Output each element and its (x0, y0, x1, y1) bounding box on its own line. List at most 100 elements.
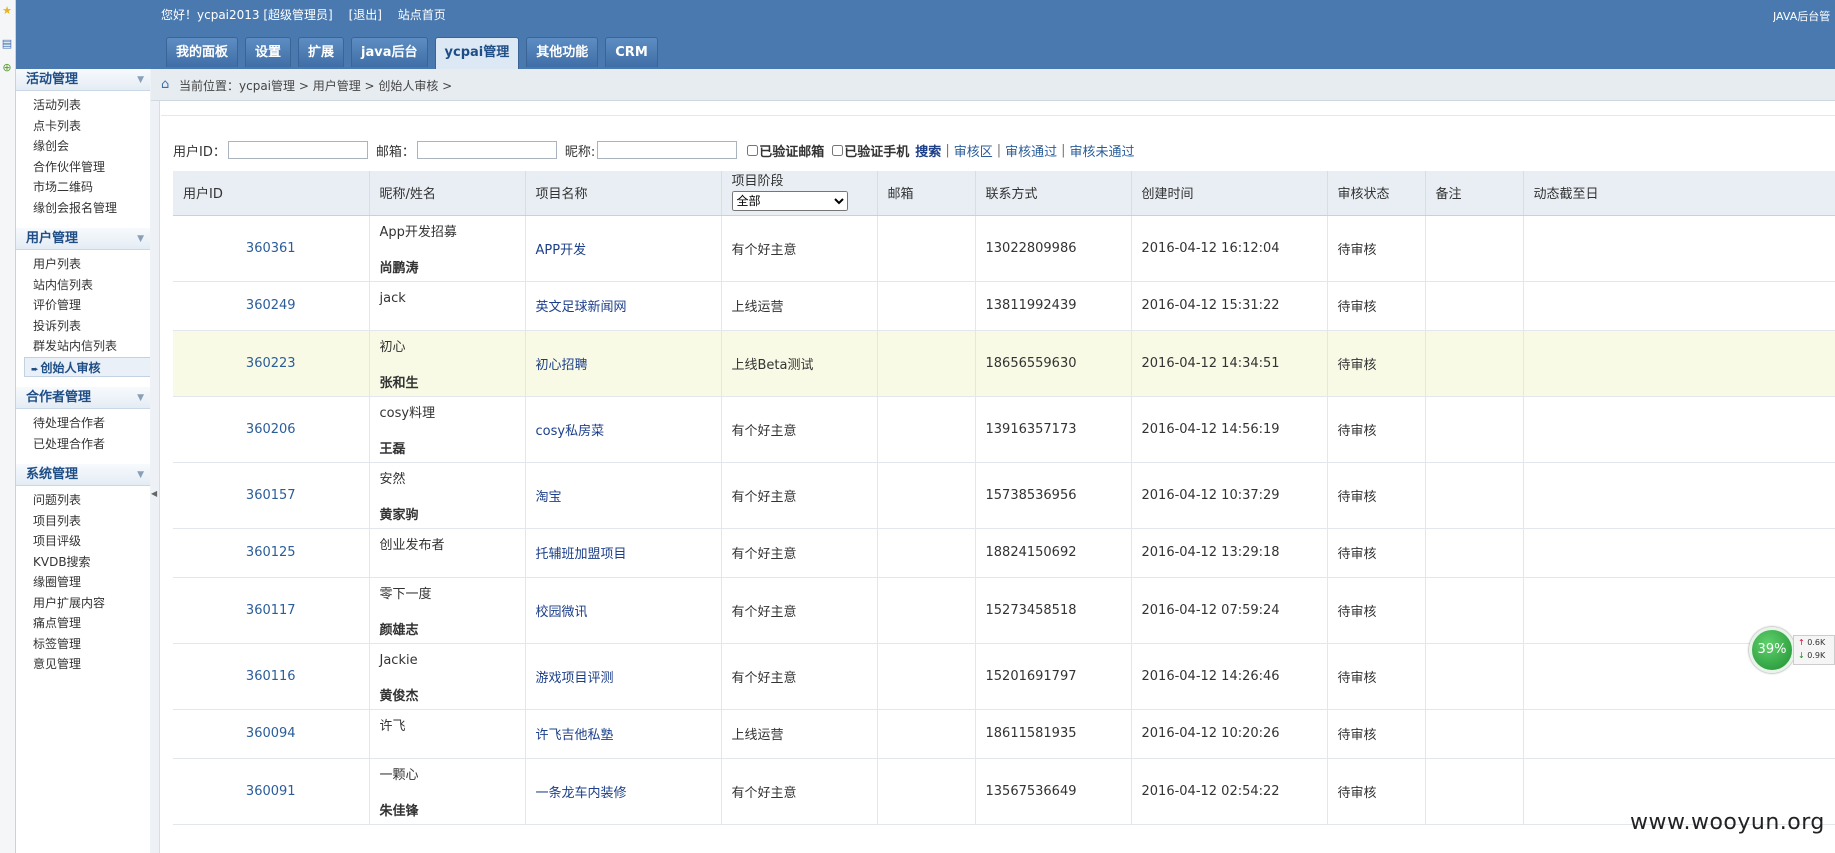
sidebar-group-2[interactable]: 合作者管理 ▼ (16, 387, 150, 409)
sidebar-item-1-1[interactable]: 站内信列表 (16, 275, 150, 296)
sidebar-item-3-5[interactable]: 用户扩展内容 (16, 593, 150, 614)
sidebar-item-0-5[interactable]: 缘创会报名管理 (16, 198, 150, 219)
verified-phone-checkbox[interactable] (832, 144, 844, 156)
project-stage: 有个好主意 (721, 462, 878, 529)
contact-phone: 15201691797 (975, 643, 1132, 710)
project-stage-select[interactable]: 全部 (731, 191, 848, 212)
contact-phone: 13567536649 (975, 758, 1132, 825)
user-id-link[interactable]: 360223 (173, 330, 370, 397)
sidebar-item-3-6[interactable]: 痛点管理 (16, 613, 150, 634)
user-id-link[interactable]: 360117 (173, 577, 370, 644)
project-name-link[interactable]: 淘宝 (525, 462, 722, 529)
sidebar-group-3[interactable]: 系统管理 ▼ (16, 464, 150, 486)
user-id-link[interactable]: 360116 (173, 643, 370, 710)
sidebar-item-0-2[interactable]: 缘创会 (16, 136, 150, 157)
sidebar-item-0-1[interactable]: 点卡列表 (16, 116, 150, 137)
sidebar-item-2-0[interactable]: 待处理合作者 (16, 413, 150, 434)
sidebar-item-label: 活动列表 (33, 98, 82, 112)
dynamic-deadline (1523, 396, 1835, 463)
user-id-link[interactable]: 360091 (173, 758, 370, 825)
sidebar-item-3-7[interactable]: 标签管理 (16, 634, 150, 655)
user-id-link[interactable]: 360361 (173, 215, 370, 282)
sidebar-item-1-0[interactable]: 用户列表 (16, 254, 150, 275)
tab-4[interactable]: ycpai管理 (434, 37, 520, 69)
created-time: 2016-04-12 14:34:51 (1131, 330, 1328, 397)
nickname-input[interactable] (597, 141, 738, 159)
user-id-link[interactable]: 360125 (173, 528, 370, 578)
chevron-down-icon[interactable]: ▼ (137, 228, 144, 250)
upload-arrow-icon: ↑ (1798, 638, 1805, 647)
project-name-link[interactable]: 英文足球新闻网 (525, 281, 722, 331)
sidebar-item-label: 站内信列表 (33, 277, 94, 292)
project-stage: 上线运营 (721, 281, 878, 331)
project-name-link[interactable]: 校园微讯 (525, 577, 722, 644)
sidebar-item-1-3[interactable]: 投诉列表 (16, 316, 150, 337)
add-icon[interactable]: ⊕ (0, 61, 14, 75)
tab-6[interactable]: CRM (605, 37, 658, 67)
chevron-down-icon[interactable]: ▼ (137, 464, 144, 486)
tab-3[interactable]: java后台 (351, 37, 428, 67)
home-icon[interactable]: ⌂ (161, 77, 169, 92)
bookmark-icon[interactable]: ▤ (0, 37, 14, 51)
sidebar-item-3-3[interactable]: KVDB搜索 (16, 552, 150, 573)
user-id-link[interactable]: 360094 (173, 709, 370, 759)
sidebar-item-0-4[interactable]: 市场二维码 (16, 177, 150, 198)
email (877, 709, 976, 759)
tab-1[interactable]: 设置 (245, 37, 292, 67)
tab-0[interactable]: 我的面板 (166, 37, 239, 67)
collapse-left-icon[interactable]: ◀ (151, 489, 157, 498)
tab-5[interactable]: 其他功能 (526, 37, 599, 67)
user-id-link[interactable]: 360249 (173, 281, 370, 331)
logout-link[interactable]: [退出] (349, 8, 382, 22)
col-contact: 联系方式 (975, 171, 1132, 216)
search-link[interactable]: 搜索 (915, 141, 941, 160)
tab-2[interactable]: 扩展 (298, 37, 345, 67)
chevron-down-icon[interactable]: ▼ (137, 387, 144, 409)
sidebar-item-3-4[interactable]: 缘圈管理 (16, 572, 150, 593)
review-failed-link[interactable]: 审核未通过 (1070, 141, 1135, 160)
project-name-link[interactable]: 托辅班加盟项目 (525, 528, 722, 578)
col-review-status: 审核状态 (1327, 171, 1426, 216)
project-name-link[interactable]: 许飞吉他私塾 (525, 709, 722, 759)
sidebar-item-3-8[interactable]: 意见管理 (16, 654, 150, 675)
review-passed-link[interactable]: 审核通过 (1005, 141, 1057, 160)
note (1425, 462, 1524, 529)
project-stage: 有个好主意 (721, 396, 878, 463)
sidebar-item-1-2[interactable]: 评价管理 (16, 295, 150, 316)
header: 您好！ycpai2013 [超级管理员] [退出] 站点首页 JAVA后台管 我… (16, 0, 1835, 69)
project-name-link[interactable]: cosy私房菜 (525, 396, 722, 463)
project-name-link[interactable]: 游戏项目评测 (525, 643, 722, 710)
review-zone-link[interactable]: 审核区 (954, 141, 993, 160)
sidebar-group-1[interactable]: 用户管理 ▼ (16, 228, 150, 250)
sidebar-group-0[interactable]: 活动管理 ▼ (16, 69, 150, 91)
project-name-link[interactable]: APP开发 (525, 215, 722, 282)
user-id-input[interactable] (227, 141, 368, 159)
usage-percent[interactable]: 39% (1749, 627, 1795, 673)
founder-review-table: 用户ID 昵称/姓名 项目名称 项目阶段 全部 邮箱 联系方式 创建时间 审核状… (173, 171, 1835, 825)
sidebar-collapse-handle[interactable]: ◀ (150, 69, 160, 853)
sidebar-item-0-3[interactable]: 合作伙伴管理 (16, 157, 150, 178)
created-time: 2016-04-12 15:31:22 (1131, 281, 1328, 331)
sidebar-item-0-0[interactable]: 活动列表 (16, 95, 150, 116)
sidebar-item-2-1[interactable]: 已处理合作者 (16, 434, 150, 455)
review-status: 待审核 (1327, 709, 1426, 759)
email-input[interactable] (416, 141, 557, 159)
user-id-link[interactable]: 360157 (173, 462, 370, 529)
chevron-down-icon[interactable]: ▼ (137, 69, 144, 91)
user-id-link[interactable]: 360206 (173, 396, 370, 463)
verified-email-checkbox[interactable] (747, 144, 759, 156)
dynamic-deadline (1523, 281, 1835, 331)
network-speed-widget[interactable]: 39% ↑ 0.6K ↓ 0.9K (1749, 627, 1835, 673)
sidebar-item-3-2[interactable]: 项目评级 (16, 531, 150, 552)
sidebar-item-1-5[interactable]: ➨ 创始人审核 (24, 356, 150, 377)
site-home-link[interactable]: 站点首页 (398, 8, 446, 22)
sidebar-item-3-0[interactable]: 问题列表 (16, 490, 150, 511)
star-icon[interactable]: ★ (0, 4, 14, 18)
nickname: 安然 (379, 471, 406, 487)
project-name-link[interactable]: 初心招聘 (525, 330, 722, 397)
sidebar-item-label: 已处理合作者 (33, 436, 106, 451)
sidebar-item-3-1[interactable]: 项目列表 (16, 511, 150, 532)
sidebar-item-1-4[interactable]: 群发站内信列表 (16, 336, 150, 357)
sidebar-item-label: 点卡列表 (33, 118, 82, 133)
project-name-link[interactable]: 一条龙车内装修 (525, 758, 722, 825)
